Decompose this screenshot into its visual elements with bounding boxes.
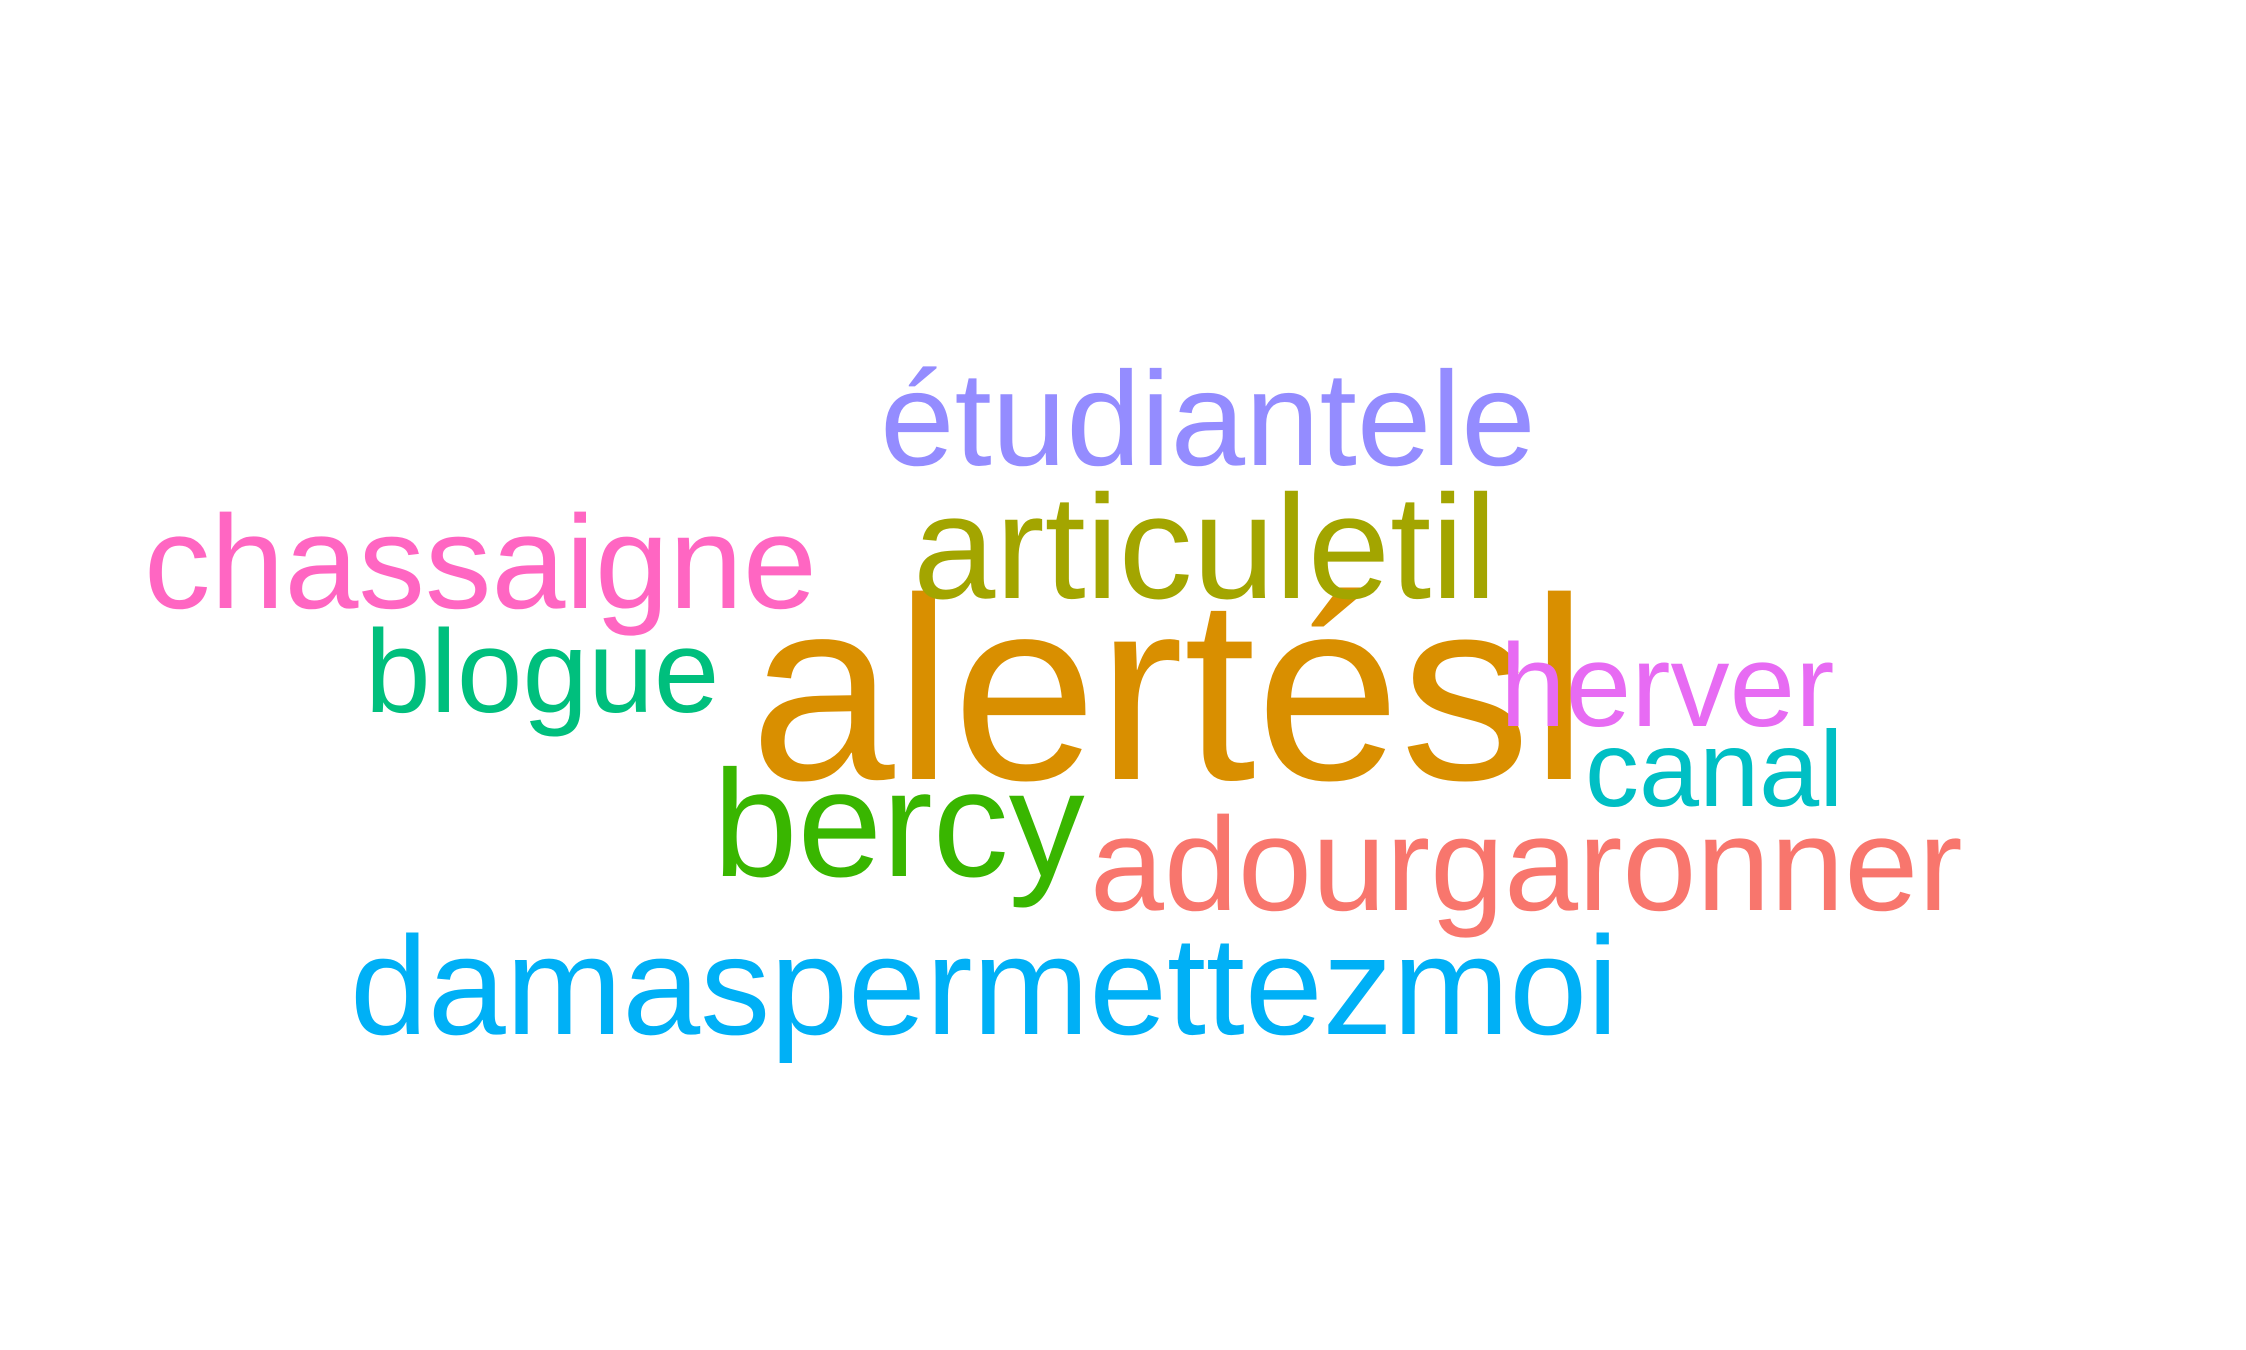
- word-damaspermettezmoi: damaspermettezmoi: [350, 907, 1619, 1064]
- word-articuletil: articuletil: [913, 465, 1497, 630]
- word-bercy: bercy: [713, 739, 1085, 909]
- word-blogue: blogue: [365, 606, 720, 738]
- word-cloud: alertésl étudiantele chassaigne articule…: [0, 0, 2246, 1350]
